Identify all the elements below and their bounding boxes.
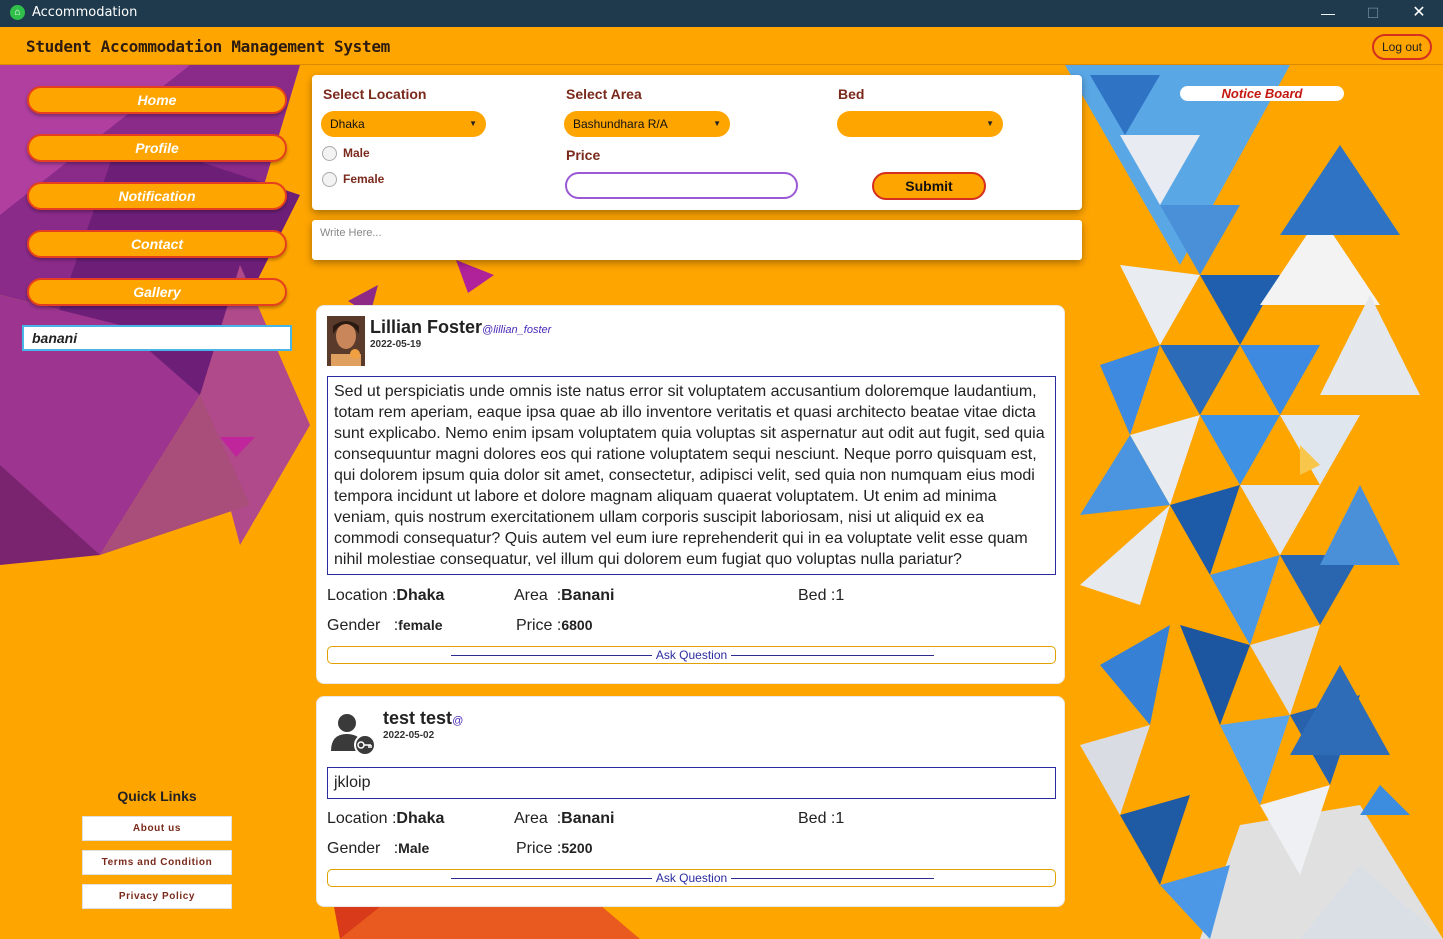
location-value: Dhaka	[396, 810, 445, 827]
location-select[interactable]: Dhaka ▼	[321, 111, 486, 137]
search-input[interactable]: banani	[22, 325, 292, 351]
terms-button[interactable]: Terms and Condition	[82, 850, 232, 875]
sidebar-item-profile[interactable]: Profile	[27, 134, 287, 162]
bed-label: Bed	[838, 86, 865, 102]
sidebar-item-gallery[interactable]: Gallery	[27, 278, 287, 306]
location-label: Location :	[327, 587, 397, 604]
location-label: Select Location	[323, 86, 427, 102]
about-us-button[interactable]: About us	[82, 816, 232, 841]
post-author: test test@	[383, 708, 463, 729]
post-location: Location :Dhaka	[327, 810, 444, 828]
gender-male-option[interactable]: Male	[322, 146, 370, 162]
post-author-handle[interactable]: @	[452, 715, 463, 727]
post-gender: Gender :Male	[327, 840, 429, 858]
post-date: 2022-05-02	[383, 730, 435, 741]
app-title: Student Accommodation Management System	[26, 37, 390, 56]
post-location: Location :Dhaka	[327, 587, 444, 605]
male-label: Male	[343, 146, 370, 160]
close-icon[interactable]: ✕	[1404, 3, 1434, 23]
sidebar-item-notification[interactable]: Notification	[27, 182, 287, 210]
ask-question-button[interactable]: Ask Question	[327, 646, 1056, 664]
gender-label: Gender :	[327, 617, 399, 634]
area-value: Bashundhara R/A	[573, 117, 668, 131]
post-body: jkloip	[327, 767, 1056, 799]
area-label: Select Area	[566, 86, 642, 102]
gender-female-option[interactable]: Female	[322, 172, 385, 188]
post-bed: Bed :1	[798, 587, 844, 605]
sidebar-item-home[interactable]: Home	[27, 86, 287, 114]
avatar	[327, 316, 365, 366]
bed-label: Bed :	[798, 810, 836, 827]
price-value: 5200	[561, 840, 593, 856]
bed-value: 1	[835, 587, 845, 604]
app-header: Student Accommodation Management System …	[0, 27, 1443, 65]
post-gender: Gender :female	[327, 617, 443, 635]
window-titlebar: ⌂ Accommodation — ☐ ✕	[0, 0, 1443, 27]
maximize-icon[interactable]: ☐	[1358, 3, 1388, 23]
chevron-down-icon: ▼	[469, 119, 477, 128]
price-label: Price	[566, 147, 601, 163]
quick-links-title: Quick Links	[117, 788, 197, 804]
location-value: Dhaka	[330, 117, 365, 131]
notice-board-button[interactable]: Notice Board	[1180, 86, 1344, 101]
gender-value: Male	[398, 840, 430, 856]
female-label: Female	[343, 172, 385, 186]
logout-button[interactable]: Log out	[1372, 34, 1432, 60]
filter-panel: Select Location Dhaka ▼ Select Area Bash…	[312, 75, 1082, 210]
ask-question-label-wrap: Ask Question	[328, 871, 1055, 885]
home-icon: ⌂	[10, 5, 25, 20]
price-value: 6800	[561, 617, 593, 633]
chevron-down-icon: ▼	[713, 119, 721, 128]
location-value: Dhaka	[396, 587, 445, 604]
post-author-name: Lillian Foster	[370, 317, 483, 337]
area-label: Area :	[514, 810, 562, 827]
post-body: Sed ut perspiciatis unde omnis iste natu…	[327, 376, 1056, 575]
bed-label: Bed :	[798, 587, 836, 604]
post-price: Price :6800	[516, 617, 593, 635]
post-price: Price :5200	[516, 840, 593, 858]
gender-label: Gender :	[327, 840, 399, 857]
chevron-down-icon: ▼	[986, 119, 994, 128]
submit-button[interactable]: Submit	[872, 172, 986, 200]
post-area: Area :Banani	[514, 810, 614, 828]
minimize-icon[interactable]: —	[1313, 3, 1343, 23]
ask-question-button[interactable]: Ask Question	[327, 869, 1056, 887]
area-value: Banani	[561, 810, 615, 827]
male-radio[interactable]	[322, 146, 337, 162]
price-label: Price :	[516, 617, 562, 634]
ask-question-label: Ask Question	[651, 648, 732, 662]
gender-value: female	[398, 617, 443, 633]
post-author: Lillian Foster@lillian_foster	[370, 317, 551, 338]
bed-select[interactable]: ▼	[837, 111, 1003, 137]
price-input[interactable]	[565, 172, 798, 199]
compose-input[interactable]: Write Here...	[312, 220, 1082, 260]
post-author-handle[interactable]: @lillian_foster	[482, 324, 551, 336]
user-key-icon	[327, 707, 379, 759]
ask-question-label: Ask Question	[651, 871, 732, 885]
post-card: Lillian Foster@lillian_foster 2022-05-19…	[316, 305, 1065, 684]
post-author-name: test test	[383, 708, 453, 728]
post-card: test test@ 2022-05-02 jkloip Location :D…	[316, 696, 1065, 907]
female-radio[interactable]	[322, 172, 337, 188]
area-label: Area :	[514, 587, 562, 604]
window-title: Accommodation	[32, 5, 138, 20]
post-area: Area :Banani	[514, 587, 614, 605]
post-bed: Bed :1	[798, 810, 844, 828]
price-label: Price :	[516, 840, 562, 857]
post-date: 2022-05-19	[370, 339, 422, 350]
ask-question-label-wrap: Ask Question	[328, 648, 1055, 662]
area-select[interactable]: Bashundhara R/A ▼	[564, 111, 730, 137]
location-label: Location :	[327, 810, 397, 827]
area-value: Banani	[561, 587, 615, 604]
privacy-policy-button[interactable]: Privacy Policy	[82, 884, 232, 909]
bed-value: 1	[835, 810, 845, 827]
sidebar-item-contact[interactable]: Contact	[27, 230, 287, 258]
